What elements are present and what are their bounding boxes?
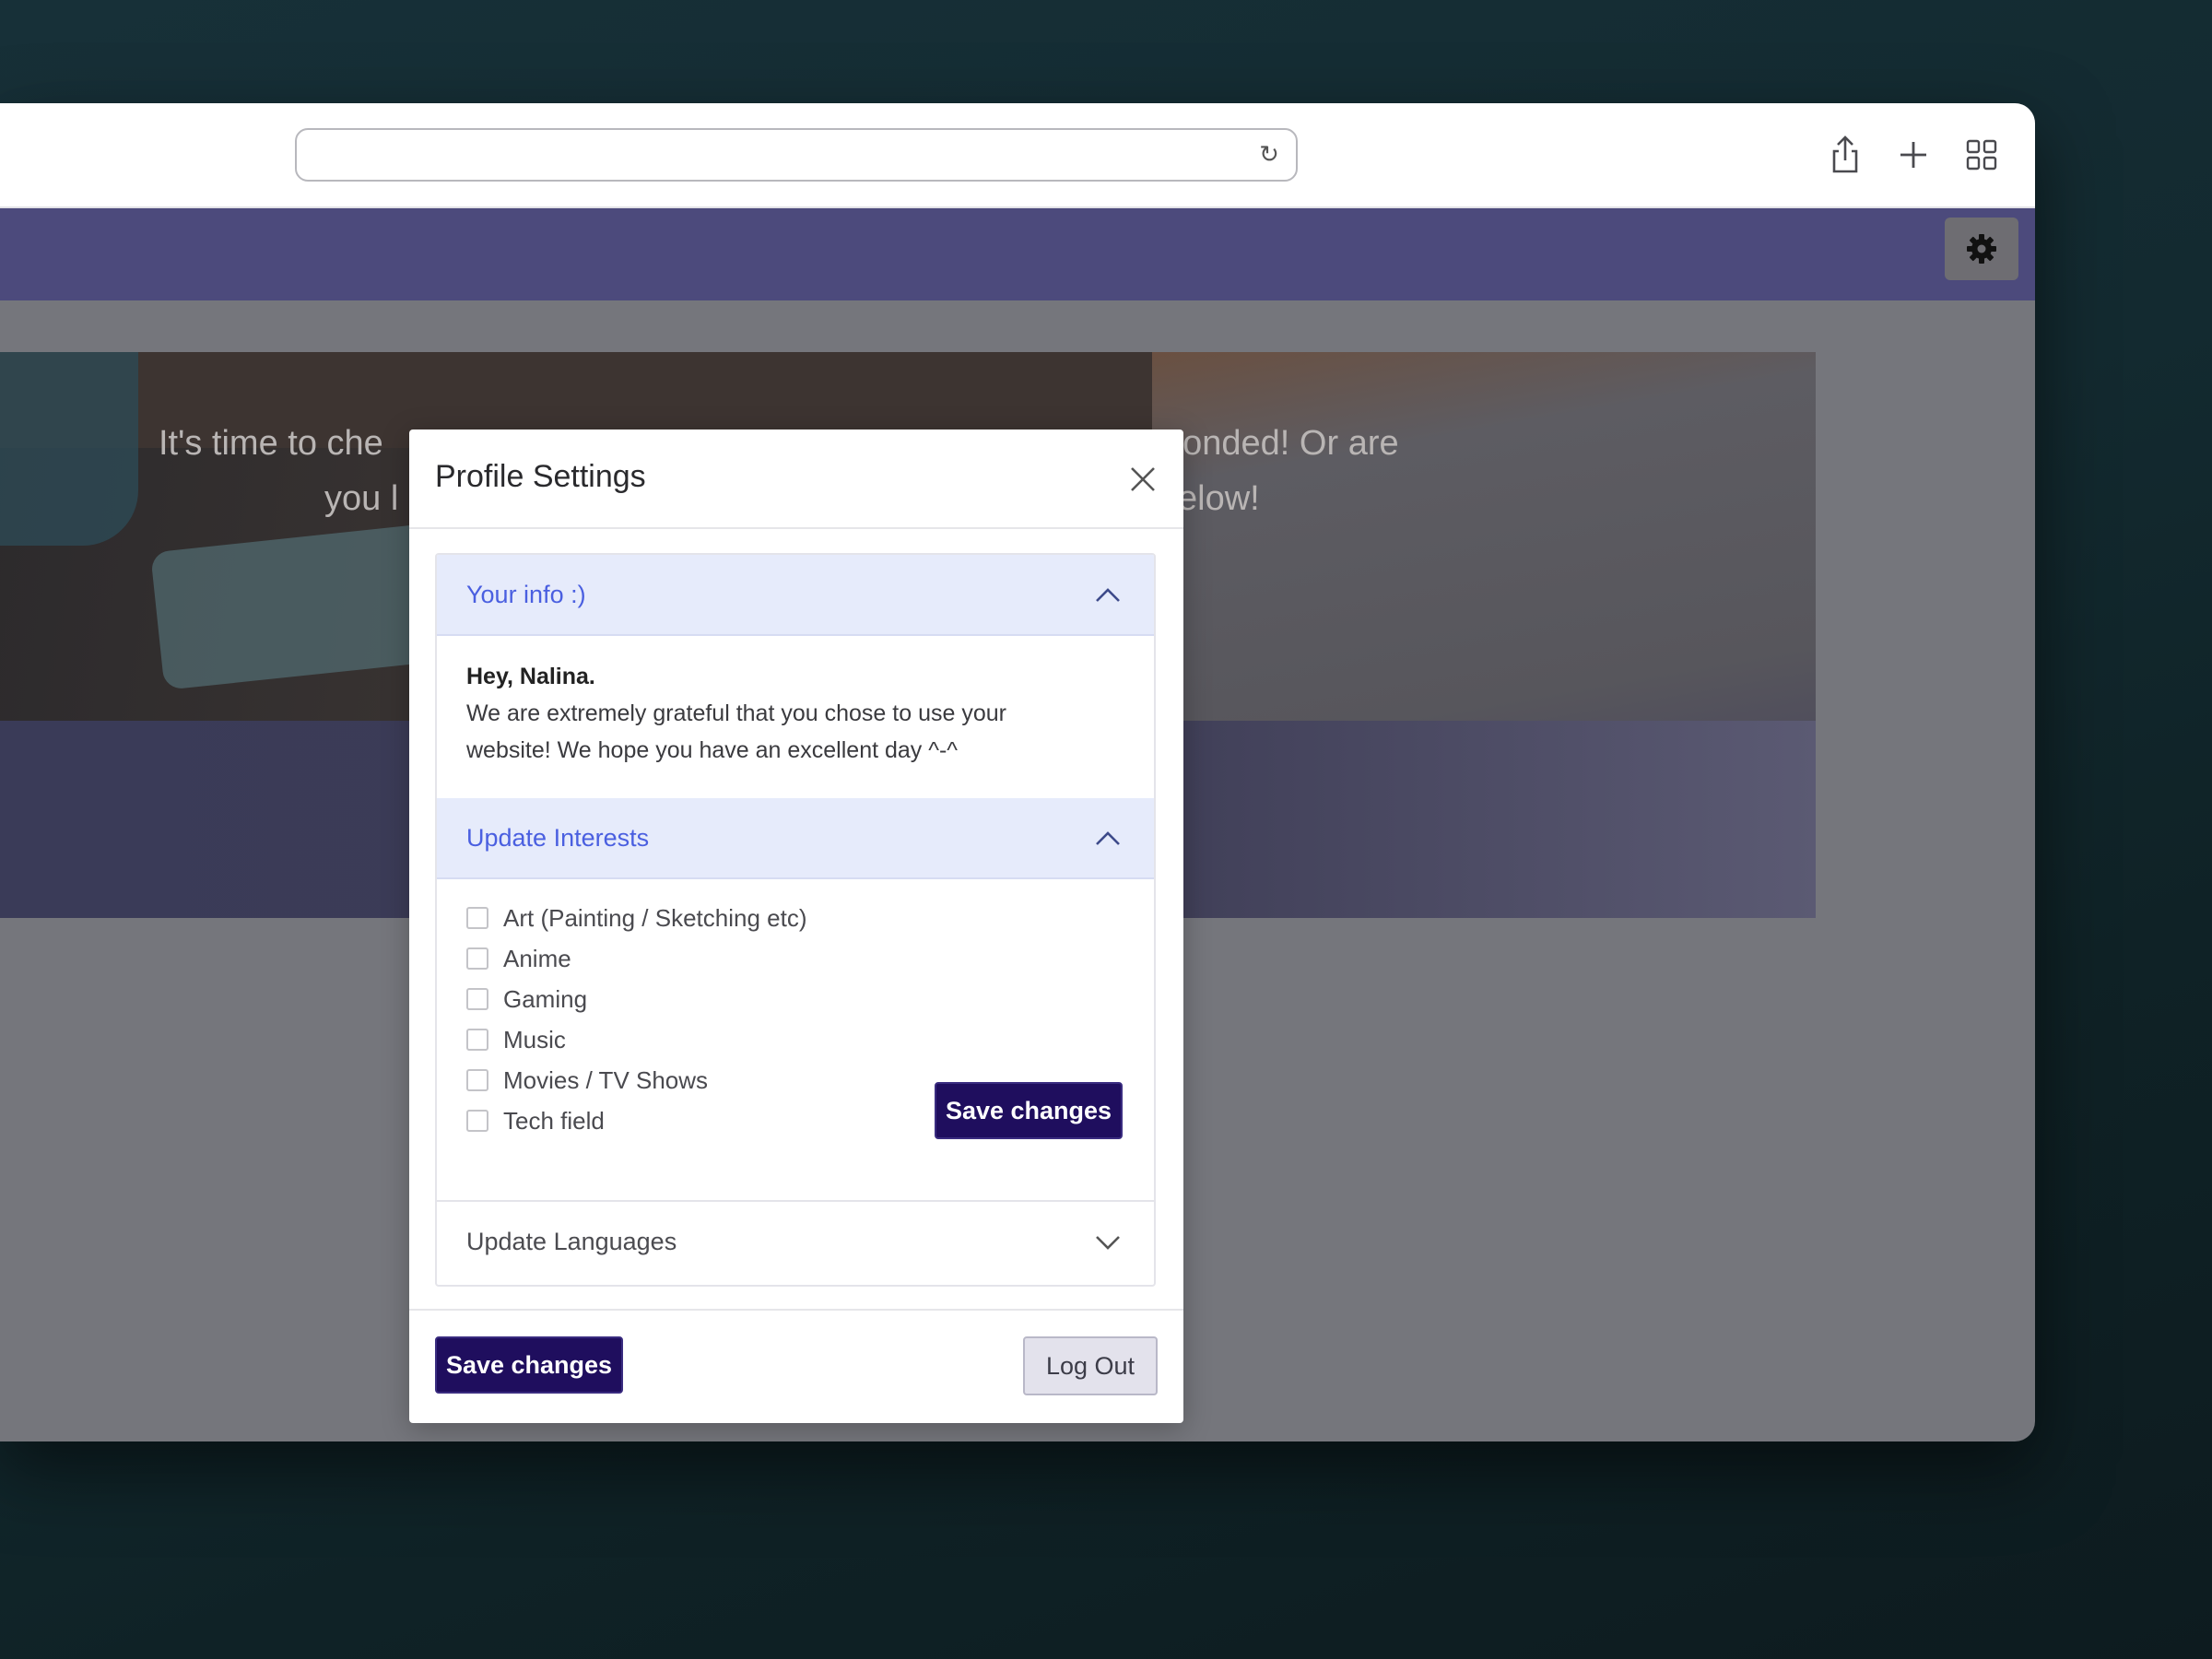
interest-label: Music <box>503 1025 566 1053</box>
info-panel: Hey, Nalina. We are extremely grateful t… <box>466 658 1112 769</box>
modal-title: Profile Settings <box>435 459 646 494</box>
accordion-header-interests[interactable]: Update Interests <box>437 798 1154 879</box>
greeting-text: Hey, Nalina. <box>466 664 595 689</box>
browser-toolbar: ↻ <box>0 103 2035 208</box>
hero-text-line2-left: you l <box>324 479 399 518</box>
interest-label: Movies / TV Shows <box>503 1065 709 1094</box>
accordion-title: Update Languages <box>466 1227 677 1255</box>
accordion-title: Update Interests <box>466 823 650 852</box>
address-bar[interactable]: ↻ <box>295 128 1298 182</box>
hero-text-line1-right: ponded! Or are <box>1163 424 1399 463</box>
settings-accordion: Your info :) Hey, Nalina. We are extreme… <box>435 553 1156 1287</box>
interest-checkbox[interactable] <box>466 988 488 1010</box>
interest-label: Gaming <box>503 984 588 1013</box>
interest-item[interactable]: Movies / TV Shows <box>466 1060 927 1100</box>
interest-item[interactable]: Anime <box>466 938 927 979</box>
interest-item[interactable]: Gaming <box>466 979 927 1019</box>
save-interests-button[interactable]: Save changes <box>935 1082 1123 1139</box>
hero-text-line2-right: elow! <box>1178 479 1260 518</box>
reload-icon[interactable]: ↻ <box>1255 141 1283 169</box>
accordion-header-languages[interactable]: Update Languages <box>437 1200 1154 1281</box>
interest-label: Anime <box>503 944 571 972</box>
logout-button[interactable]: Log Out <box>1023 1336 1158 1395</box>
gear-icon <box>1967 234 1996 264</box>
browser-window: ↻ It's time to che you l ponded! Or are … <box>0 103 2035 1441</box>
profile-settings-modal: Profile Settings Your info :) Hey, Nalin… <box>409 429 1183 1423</box>
chevron-down-icon <box>1096 1236 1120 1250</box>
interest-item[interactable]: Music <box>466 1019 927 1060</box>
modal-footer: Save changes Log Out <box>409 1309 1183 1423</box>
modal-header: Profile Settings <box>409 429 1183 529</box>
interest-checkbox[interactable] <box>466 947 488 970</box>
interest-checkbox[interactable] <box>466 907 488 929</box>
chevron-up-icon <box>1096 588 1120 602</box>
plus-icon[interactable] <box>1893 135 1934 175</box>
hero-text-line1-left: It's time to che <box>159 424 383 463</box>
interest-label: Tech field <box>503 1106 605 1135</box>
message-line-2: website! We hope you have an excellent d… <box>466 737 959 763</box>
chevron-up-icon <box>1096 831 1120 845</box>
site-navbar <box>0 208 2035 300</box>
message-line-1: We are extremely grateful that you chose… <box>466 700 1006 726</box>
interest-checkbox[interactable] <box>466 1110 488 1132</box>
settings-button[interactable] <box>1945 218 2018 280</box>
tabs-grid-icon[interactable] <box>1961 135 2002 175</box>
save-changes-button[interactable]: Save changes <box>435 1336 623 1394</box>
interest-label: Art (Painting / Sketching etc) <box>503 903 807 932</box>
accordion-title: Your info :) <box>466 580 586 608</box>
close-icon[interactable] <box>1123 459 1163 500</box>
interest-item[interactable]: Art (Painting / Sketching etc) <box>466 898 927 938</box>
interest-checkbox[interactable] <box>466 1029 488 1051</box>
interest-item[interactable]: Tech field <box>466 1100 927 1141</box>
interest-checkbox[interactable] <box>466 1069 488 1091</box>
accordion-header-your-info[interactable]: Your info :) <box>437 555 1154 636</box>
share-icon[interactable] <box>1825 135 1865 175</box>
interests-list: Art (Painting / Sketching etc) Anime Gam… <box>466 898 927 1141</box>
